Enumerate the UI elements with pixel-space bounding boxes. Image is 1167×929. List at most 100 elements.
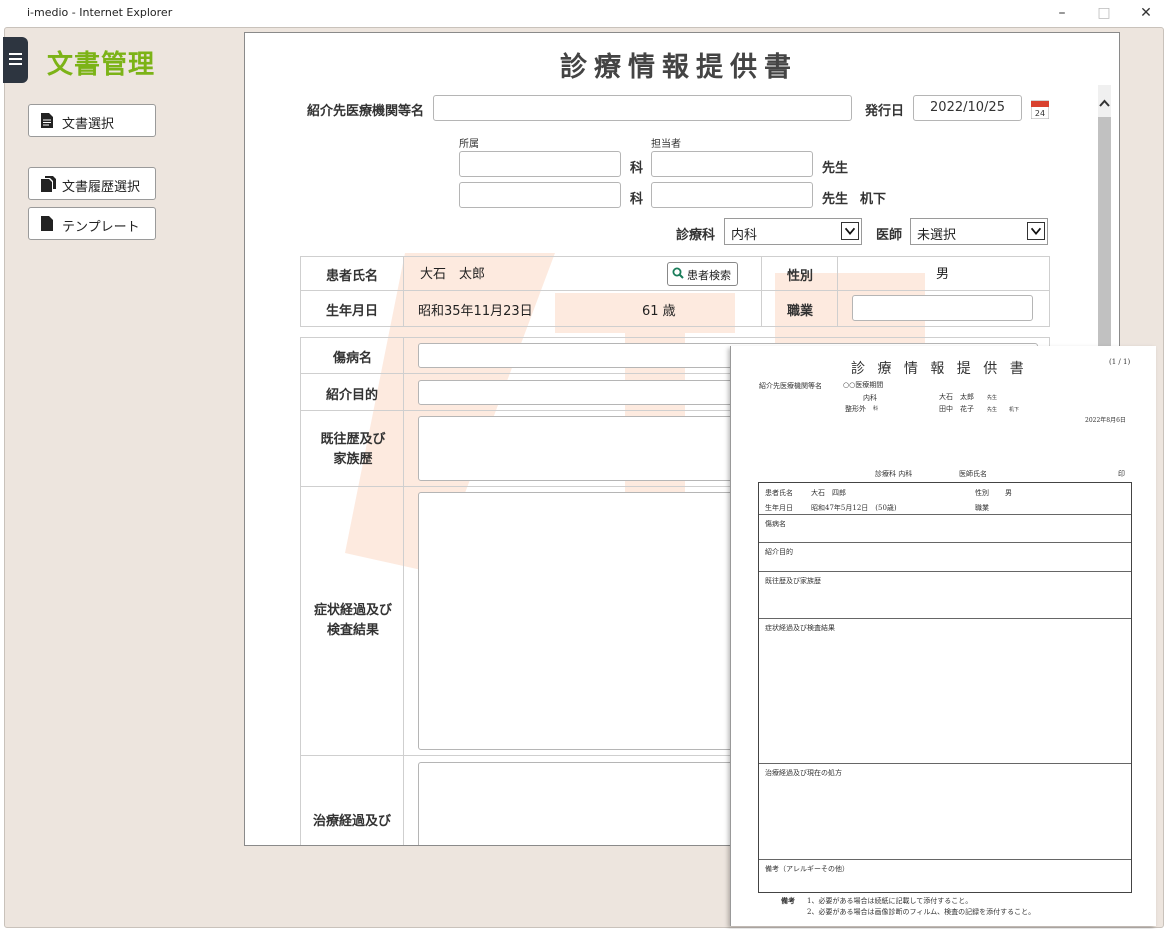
preview-birth-label: 生年月日 — [765, 504, 793, 512]
preview-doc2: 田中 花子 — [939, 405, 974, 413]
preview-history: 既往歴及び家族歴 — [765, 577, 821, 585]
preview-symptoms: 症状経過及び検査結果 — [765, 624, 835, 632]
job-input[interactable] — [852, 295, 1033, 321]
document-select-label: 文書選択 — [62, 117, 115, 132]
divider — [403, 256, 404, 327]
preview-institution: ○○医療期間 — [843, 381, 884, 389]
preview-dept1: 内科 — [863, 394, 877, 402]
symptoms-label: 症状経過及び検査結果 — [313, 603, 392, 638]
preview-note1: 1、必要がある場合は続紙に記載して添付すること。 — [807, 897, 973, 905]
preview-name-label: 患者氏名 — [765, 489, 793, 497]
maximize-button[interactable]: □ — [1086, 2, 1122, 24]
preview-name: 大石 四郎 — [811, 489, 846, 497]
preview-sex-label: 性別 — [975, 489, 989, 497]
ka-label-1: 科 — [630, 161, 644, 176]
app-title: 文書管理 — [47, 50, 156, 80]
template-icon — [41, 216, 53, 231]
preview-doc1: 大石 太郎 — [939, 393, 974, 401]
patient-search-label: 患者検索 — [687, 269, 731, 282]
window-title: i-medio - Internet Explorer — [27, 6, 173, 19]
preview-injury: 傷病名 — [765, 520, 786, 528]
preview-row-divider — [759, 618, 1131, 619]
preview-shinryoka: 診療科 内科 — [875, 470, 913, 478]
affiliation-label: 所属 — [459, 139, 479, 150]
patient-name-label: 患者氏名 — [326, 269, 379, 284]
preview-row-divider — [759, 542, 1131, 543]
preview-purpose: 紹介目的 — [765, 548, 793, 556]
preview-dept2: 整形外 — [845, 405, 866, 413]
chevron-up-icon[interactable] — [1099, 99, 1110, 107]
preview-kika: 机下 — [1009, 407, 1020, 413]
preview-ka: 科 — [873, 406, 879, 412]
history-label: 既往歴及び家族歴 — [320, 432, 386, 467]
affiliation-input-1[interactable] — [459, 151, 621, 177]
referral-label: 紹介先医療機関等名 — [307, 104, 425, 119]
issue-date-input[interactable]: 2022/10/25 — [913, 95, 1022, 121]
kika-label: 机下 — [860, 192, 887, 207]
preview-sensei2: 先生 — [987, 407, 998, 413]
contact-input-1[interactable] — [651, 151, 813, 177]
birth-label: 生年月日 — [326, 304, 379, 319]
issue-date-label: 発行日 — [865, 104, 905, 119]
template-label: テンプレート — [62, 220, 140, 235]
close-button[interactable]: ✕ — [1128, 2, 1164, 24]
birth-value: 昭和35年11月23日 — [418, 304, 533, 319]
document-history-label: 文書履歴選択 — [62, 180, 141, 195]
calendar-icon[interactable]: 24 — [1031, 99, 1049, 119]
hamburger-menu-icon[interactable] — [3, 37, 28, 83]
age-value: 61 歳 — [642, 304, 676, 319]
preview-title: 診 療 情 報 提 供 書 — [851, 361, 1028, 377]
scrollbar-thumb[interactable] — [1098, 117, 1111, 357]
preview-remarks: 備考（アレルギーその他） — [765, 865, 849, 873]
document-history-button[interactable]: 文書履歴選択 — [28, 167, 156, 200]
preview-job-label: 職業 — [975, 504, 989, 512]
preview-treatment: 治療経過及び現在の処方 — [765, 769, 842, 777]
ka-label-2: 科 — [630, 192, 644, 207]
template-button[interactable]: テンプレート — [28, 207, 156, 240]
chevron-down-icon — [841, 222, 859, 240]
preview-row-divider — [759, 859, 1131, 860]
preview-ishi: 医師氏名 — [959, 470, 987, 478]
doctor-select[interactable]: 未選択 — [910, 218, 1048, 245]
preview-page-number: (1 / 1) — [1109, 358, 1131, 366]
window-titlebar: i-medio - Internet Explorer – □ ✕ — [0, 0, 1167, 26]
preview-date: 2022年8月6日 — [1085, 417, 1126, 424]
documents-history-icon — [41, 176, 56, 192]
calendar-day-text: 24 — [1035, 109, 1045, 118]
patient-search-button[interactable]: 患者検索 — [667, 262, 738, 286]
minimize-button[interactable]: – — [1044, 2, 1080, 24]
affiliation-input-2[interactable] — [459, 182, 621, 208]
job-label: 職業 — [787, 304, 814, 319]
contact-label: 担当者 — [651, 139, 681, 150]
department-select[interactable]: 内科 — [724, 218, 862, 245]
department-value: 内科 — [731, 228, 758, 243]
preview-form-box: 患者氏名 大石 四郎 性別 男 生年月日 昭和47年5月12日 (50歳) 職業… — [758, 482, 1132, 893]
sensei-label-1: 先生 — [822, 161, 849, 176]
preview-birth: 昭和47年5月12日 (50歳) — [811, 504, 897, 512]
doctor-label: 医師 — [876, 228, 903, 243]
document-title: 診療情報提供書 — [560, 52, 798, 83]
treatment-label: 治療経過及び — [313, 814, 392, 829]
doctor-value: 未選択 — [917, 228, 957, 243]
purpose-label: 紹介目的 — [326, 388, 379, 403]
document-select-button[interactable]: 文書選択 — [28, 104, 156, 137]
chevron-down-icon — [1027, 222, 1045, 240]
referral-input[interactable] — [433, 95, 852, 121]
patient-name-value: 大石 太郎 — [420, 267, 486, 282]
preview-row-divider — [759, 763, 1131, 764]
preview-row-divider — [759, 571, 1131, 572]
preview-note2: 2、必要がある場合は画像診断のフィルム、検査の記録を添付すること。 — [807, 908, 1036, 916]
divider — [403, 337, 404, 845]
preview-sensei1: 先生 — [987, 395, 998, 401]
print-preview: (1 / 1) 診 療 情 報 提 供 書 紹介先医療機関等名 ○○医療期間 内… — [730, 346, 1156, 926]
preview-in: 印 — [1118, 470, 1125, 478]
search-icon — [672, 267, 684, 279]
sex-label: 性別 — [787, 269, 814, 284]
preview-note-label: 備考 — [781, 896, 795, 905]
department-label: 診療科 — [676, 228, 716, 243]
divider — [837, 256, 838, 327]
preview-referral-label: 紹介先医療機関等名 — [759, 382, 822, 390]
injury-label: 傷病名 — [333, 351, 373, 366]
contact-input-2[interactable] — [651, 182, 813, 208]
sex-value: 男 — [936, 267, 950, 282]
